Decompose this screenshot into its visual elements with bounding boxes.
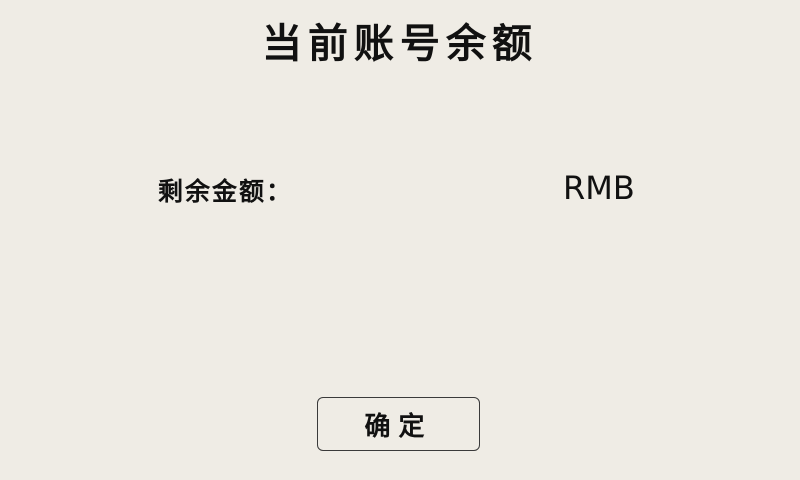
currency-label: RMB	[563, 169, 635, 207]
balance-row: 剩余金额： RMB	[0, 166, 800, 216]
confirm-button[interactable]: 确定	[317, 397, 480, 451]
balance-label: 剩余金额：	[158, 177, 294, 206]
page-title: 当前账号余额	[262, 20, 538, 67]
